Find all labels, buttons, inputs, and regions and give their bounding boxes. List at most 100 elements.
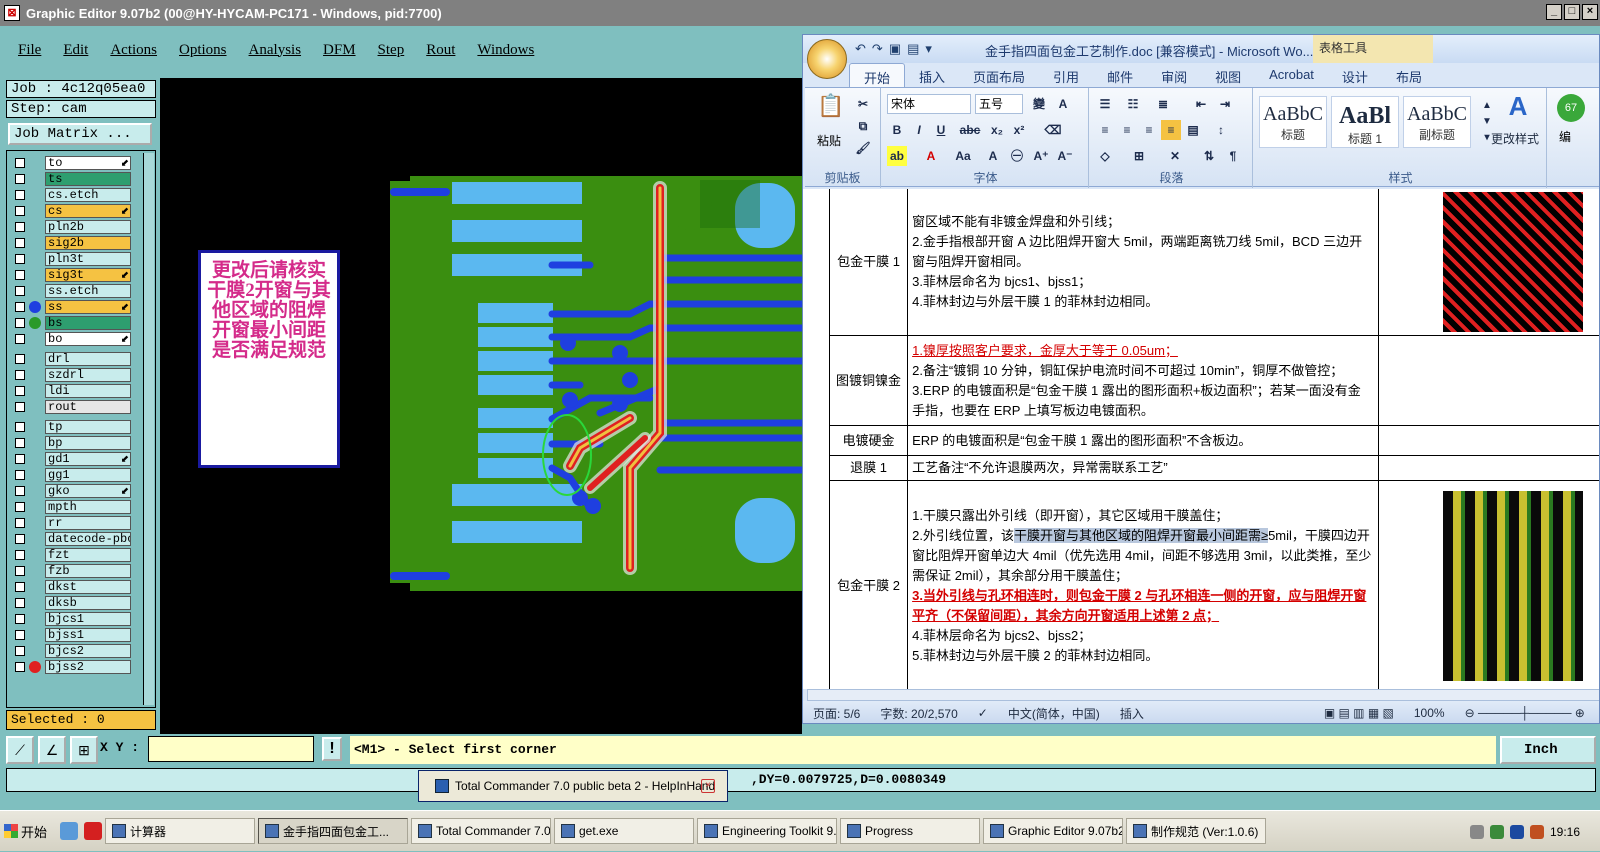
tab-5[interactable]: 审阅 (1147, 63, 1201, 87)
show-marks-icon[interactable]: ¶ (1223, 146, 1243, 166)
layer-row[interactable]: sig2b (7, 235, 143, 251)
layer-row[interactable]: mpth (7, 499, 143, 515)
tab-1[interactable]: 插入 (905, 63, 959, 87)
layer-name[interactable]: bjcs2 (45, 644, 131, 658)
grow-font-icon[interactable]: A⁺ (1031, 146, 1051, 166)
layer-name[interactable]: ss.etch (45, 284, 131, 298)
view-buttons[interactable]: ▣ ▤ ▥ ▦ ▧ (1314, 706, 1404, 720)
layer-row[interactable]: tp (7, 419, 143, 435)
layer-name[interactable]: cs.etch (45, 188, 131, 202)
bold-icon[interactable]: B (887, 120, 907, 140)
process-desc[interactable]: 工艺备注“不允许退膜两次，异常需联系工艺” (908, 456, 1379, 481)
layer-checkbox[interactable] (15, 582, 25, 592)
align-right-icon[interactable]: ≡ (1139, 120, 1159, 140)
taskbar-app[interactable]: Progress (840, 818, 980, 844)
layer-checkbox[interactable] (15, 222, 25, 232)
layer-checkbox[interactable] (15, 566, 25, 576)
layer-checkbox[interactable] (15, 254, 25, 264)
shading-icon[interactable]: ◇ (1095, 146, 1115, 166)
layer-name[interactable]: bp (45, 436, 131, 450)
superscript-icon[interactable]: x² (1009, 120, 1029, 140)
layer-name[interactable]: bjss1 (45, 628, 131, 642)
layer-name[interactable]: rout (45, 400, 131, 414)
layer-name[interactable]: gd1 (45, 452, 131, 466)
tab-6[interactable]: 视图 (1201, 63, 1255, 87)
layer-checkbox[interactable] (15, 454, 25, 464)
paste-icon[interactable]: 📋 (815, 96, 847, 126)
layer-name[interactable]: to (45, 156, 131, 170)
layer-checkbox[interactable] (15, 438, 25, 448)
change-styles-label[interactable]: 更改样式 (1491, 130, 1539, 147)
underline-icon[interactable]: U (931, 120, 951, 140)
align-center-icon[interactable]: ≡ (1117, 120, 1137, 140)
menu-windows[interactable]: Windows (477, 42, 534, 59)
layer-name[interactable]: ss (45, 300, 131, 314)
layer-name[interactable]: bjss2 (45, 660, 131, 674)
style-preview[interactable]: AaBl标题 1 (1331, 96, 1399, 148)
layer-name[interactable]: drl (45, 352, 131, 366)
layer-row[interactable]: bjss2 (7, 659, 143, 675)
layer-name[interactable]: dkst (45, 580, 131, 594)
zoom-level[interactable]: 100% (1404, 706, 1455, 720)
font-color-icon[interactable]: A (921, 146, 941, 166)
menu-file[interactable]: File (18, 42, 41, 59)
increase-indent-icon[interactable]: ⇥ (1215, 94, 1235, 114)
layer-checkbox[interactable] (15, 238, 25, 248)
menu-options[interactable]: Options (179, 42, 227, 59)
enclose-char-icon[interactable]: ㊀ (1007, 146, 1027, 166)
layer-name[interactable]: fzb (45, 564, 131, 578)
tab-0[interactable]: 开始 (849, 63, 905, 87)
justify-icon[interactable]: ≡ (1161, 120, 1181, 140)
angle-icon[interactable]: ∠ (38, 736, 66, 764)
tab-8[interactable]: 设计 (1328, 63, 1382, 87)
layer-name[interactable]: pln2b (45, 220, 131, 234)
pdf-icon[interactable] (84, 822, 102, 840)
italic-icon[interactable]: I (909, 120, 929, 140)
layer-name[interactable]: bs (45, 316, 131, 330)
alert-button[interactable]: ! (322, 737, 342, 761)
layer-checkbox[interactable] (15, 302, 25, 312)
layer-name[interactable]: ldi (45, 384, 131, 398)
layer-row[interactable]: pln2b (7, 219, 143, 235)
shrink-font-icon[interactable]: A⁻ (1055, 146, 1075, 166)
layer-checkbox[interactable] (15, 174, 25, 184)
open-icon[interactable]: ▤ (907, 41, 919, 57)
layer-checkbox[interactable] (15, 354, 25, 364)
line-spacing-icon[interactable]: ↕ (1211, 120, 1231, 140)
editing-label[interactable]: 编 (1559, 128, 1571, 145)
layer-name[interactable]: tp (45, 420, 131, 434)
layer-row[interactable]: drl (7, 351, 143, 367)
change-styles-icon[interactable]: A (1503, 96, 1533, 126)
layer-name[interactable]: fzt (45, 548, 131, 562)
layer-row[interactable]: bjcs1 (7, 611, 143, 627)
layer-name[interactable]: gg1 (45, 468, 131, 482)
format-painter-icon[interactable]: 🖌 (853, 138, 873, 158)
grid-icon[interactable]: ⊞ (70, 736, 98, 764)
multilevel-list-icon[interactable]: ≣ (1153, 94, 1173, 114)
layer-checkbox[interactable] (15, 630, 25, 640)
layer-row[interactable]: gd1⬋ (7, 451, 143, 467)
layer-row[interactable]: bjcs2 (7, 643, 143, 659)
save-icon[interactable]: ▣ (889, 41, 901, 57)
quicklaunch-icon[interactable] (60, 822, 78, 840)
menu-step[interactable]: Step (378, 42, 405, 59)
tab-3[interactable]: 引用 (1039, 63, 1093, 87)
taskbar-app[interactable]: Total Commander 7.0... (411, 818, 551, 844)
layer-checkbox[interactable] (15, 646, 25, 656)
layer-name[interactable]: sig3t (45, 268, 131, 282)
proofing-icon[interactable]: ✓ (968, 706, 998, 720)
layer-row[interactable]: gko⬋ (7, 483, 143, 499)
highlight-icon[interactable]: ab (887, 146, 907, 166)
char-border-icon[interactable]: A (1053, 94, 1073, 114)
layer-row[interactable]: bs (7, 315, 143, 331)
bullets-icon[interactable]: ☰ (1095, 94, 1115, 114)
layer-checkbox[interactable] (15, 518, 25, 528)
layer-name[interactable]: dksb (45, 596, 131, 610)
layer-row[interactable]: rout (7, 399, 143, 415)
sort-icon[interactable]: ⇅ (1199, 146, 1219, 166)
taskbar-app[interactable]: 计算器 (105, 818, 255, 844)
layer-name[interactable]: pln3t (45, 252, 131, 266)
copy-icon[interactable]: ⧉ (853, 116, 873, 136)
tab-7[interactable]: Acrobat (1255, 63, 1328, 87)
layer-row[interactable]: rr (7, 515, 143, 531)
